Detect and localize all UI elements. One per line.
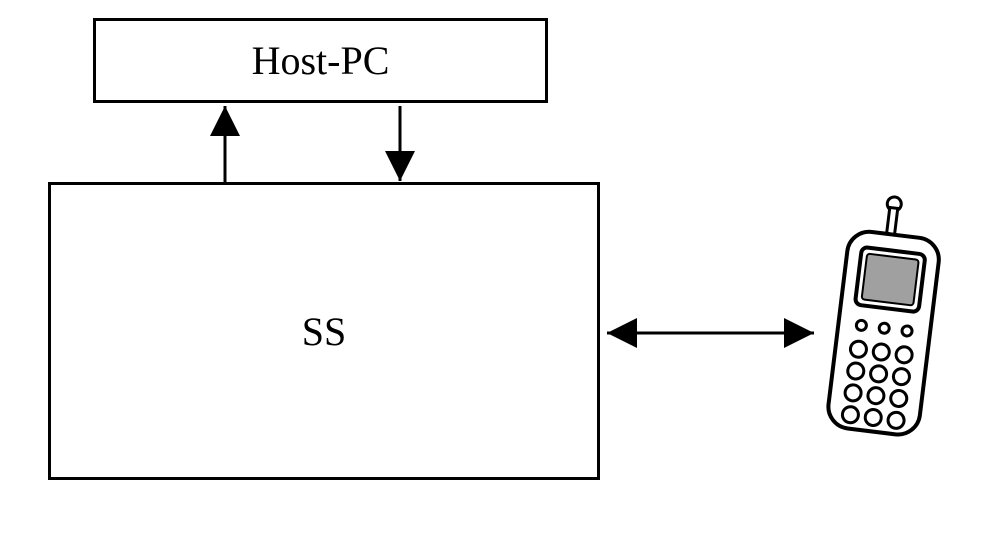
host-pc-label: Host-PC bbox=[252, 37, 390, 84]
host-pc-box: Host-PC bbox=[93, 18, 548, 103]
ss-label: SS bbox=[302, 308, 347, 355]
ss-box: SS bbox=[48, 182, 600, 480]
phone-icon bbox=[817, 188, 947, 448]
